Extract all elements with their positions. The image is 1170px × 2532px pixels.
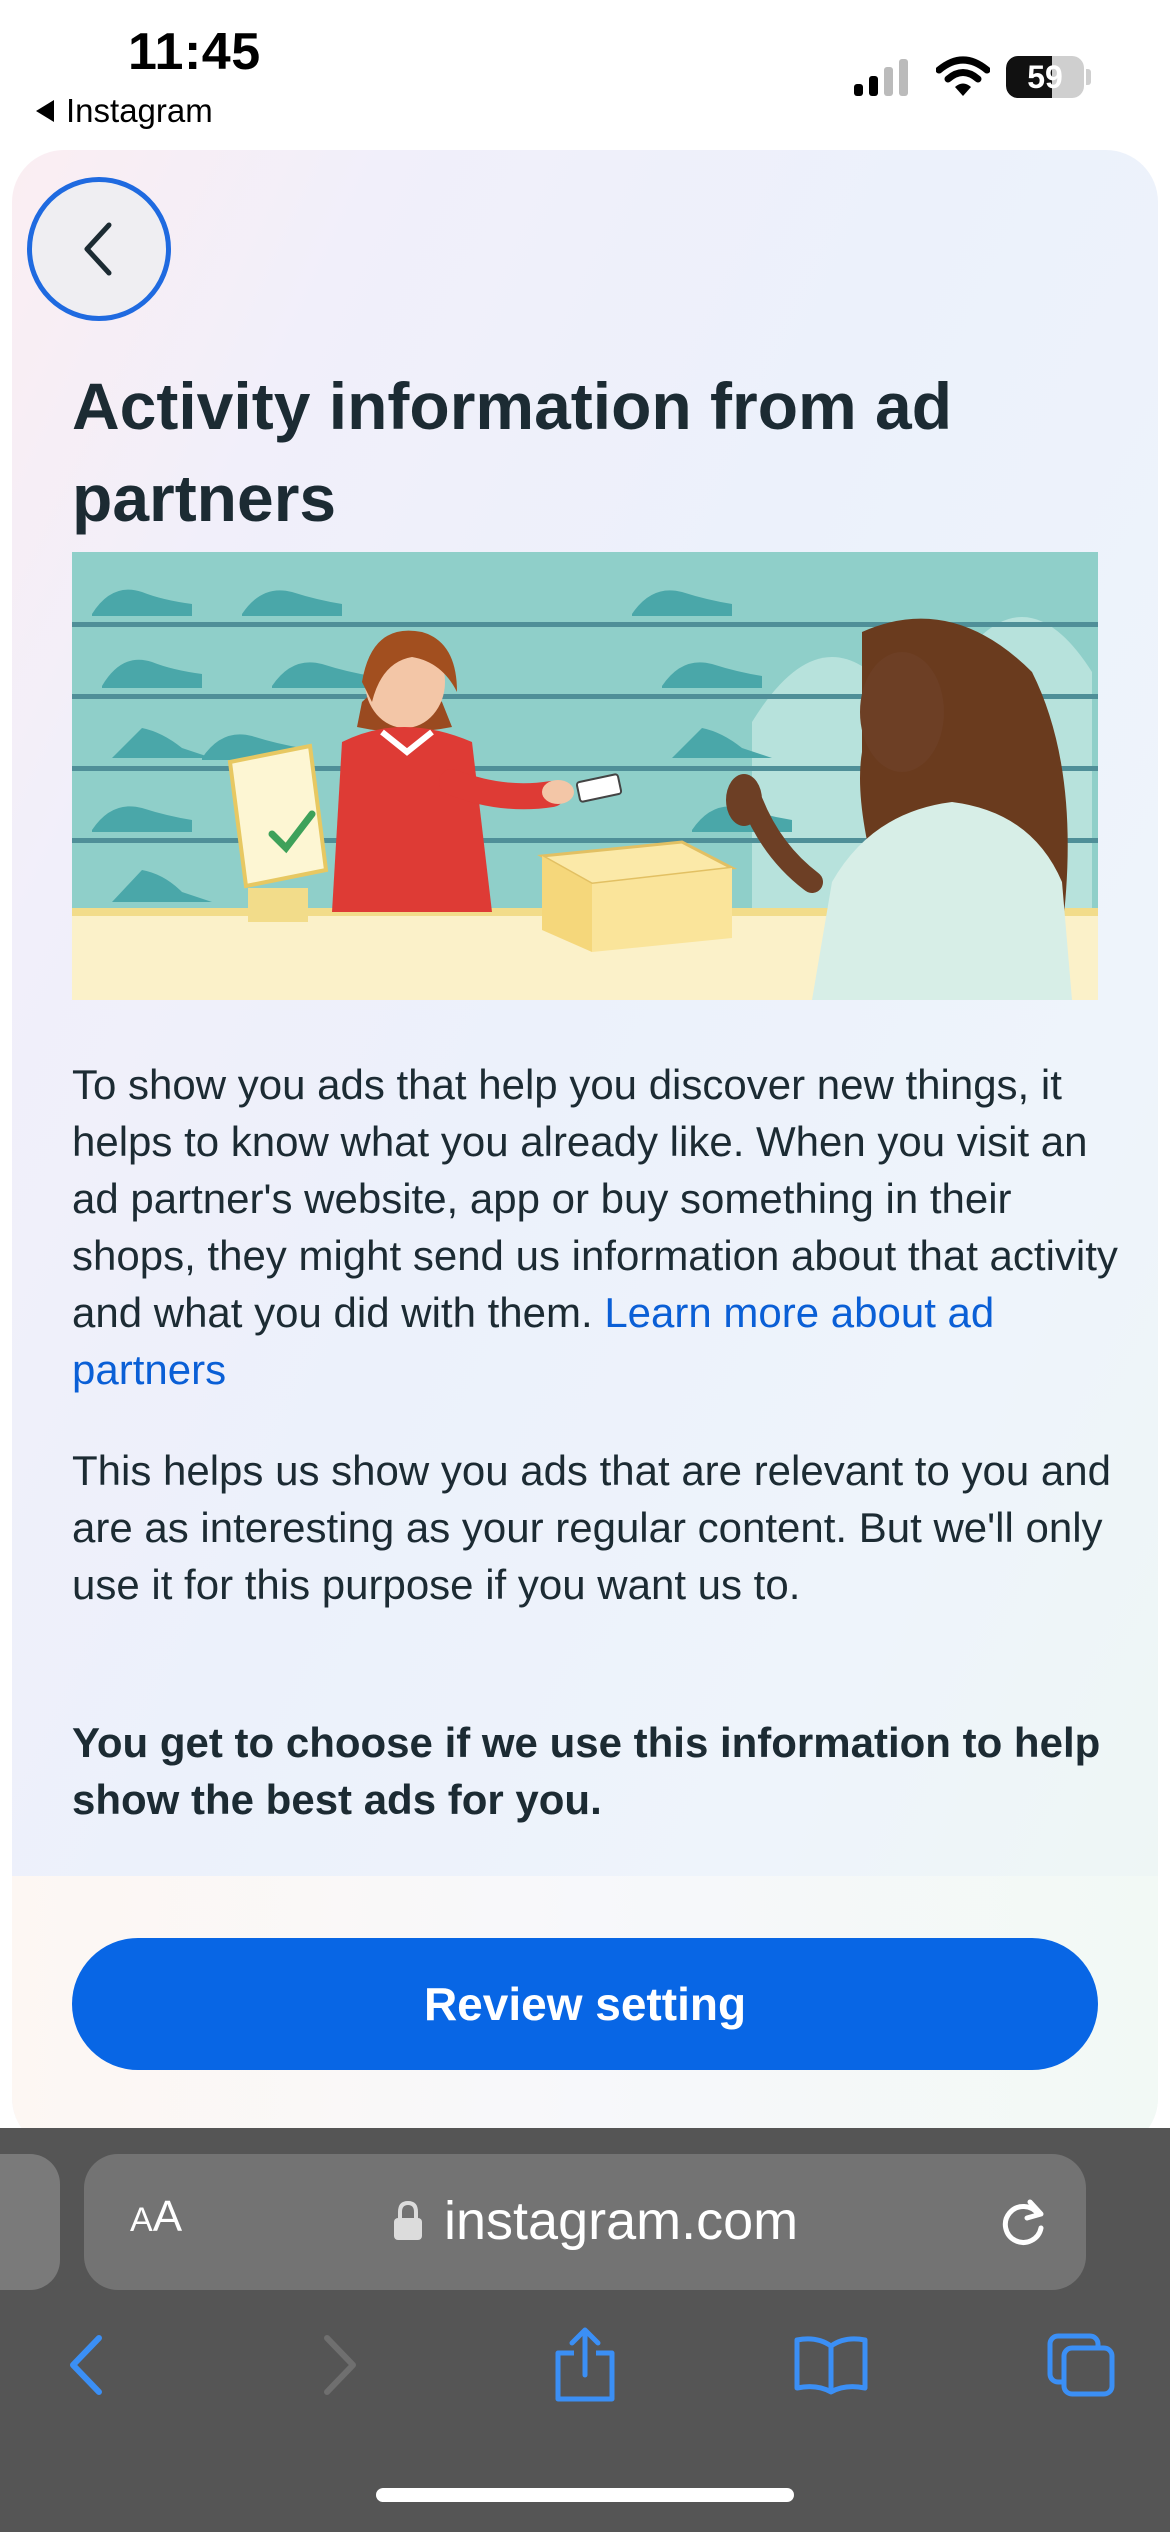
back-to-app-button[interactable]: Instagram [36, 92, 213, 130]
previous-tab-preview[interactable] [0, 2154, 60, 2290]
signal-icon [854, 59, 908, 96]
tabs-button[interactable] [1036, 2320, 1126, 2410]
book-icon [794, 2336, 868, 2395]
browser-forward-button[interactable] [294, 2320, 384, 2410]
screen: 11:45 Instagram 59 Activity information … [0, 0, 1170, 2532]
chevron-right-icon [324, 2335, 356, 2395]
battery-level: 59 [1027, 59, 1063, 95]
bookmarks-button[interactable] [786, 2320, 876, 2410]
page-title: Activity information from ad partners [72, 369, 953, 535]
browser-back-button[interactable] [42, 2320, 132, 2410]
back-triangle-icon [36, 100, 54, 122]
reload-icon[interactable] [994, 2192, 1054, 2252]
tabs-icon [1047, 2333, 1115, 2397]
chevron-left-icon [84, 222, 112, 276]
reader-text-size-button[interactable]: AA [130, 2192, 182, 2242]
battery-icon: 59 [1006, 56, 1091, 98]
back-to-app-label: Instagram [66, 92, 213, 129]
home-indicator[interactable] [376, 2488, 794, 2502]
intro-paragraph: To show you ads that help you discover n… [72, 1056, 1122, 1398]
shop-checkout-illustration [72, 552, 1098, 1000]
status-time: 11:45 [128, 23, 261, 81]
back-button[interactable] [27, 177, 171, 321]
share-icon [555, 2327, 615, 2402]
content-sheet: Activity information from ad partners To… [12, 150, 1158, 2150]
chevron-left-icon [70, 2335, 102, 2395]
lock-icon [394, 2200, 422, 2240]
relevance-paragraph: This helps us show you ads that are rele… [72, 1447, 1111, 1608]
aa-large-label: A [152, 2192, 183, 2241]
url-text: instagram.com [444, 2191, 799, 2251]
status-bar: 11:45 Instagram 59 [0, 0, 1170, 140]
choice-paragraph: You get to choose if we use this informa… [72, 1719, 1101, 1823]
aa-small-label: A [130, 2201, 153, 2239]
share-button[interactable] [540, 2320, 630, 2410]
review-setting-button[interactable]: Review setting [72, 1938, 1098, 2070]
wifi-icon [936, 56, 990, 96]
address-bar[interactable]: AA instagram.com [84, 2154, 1086, 2290]
